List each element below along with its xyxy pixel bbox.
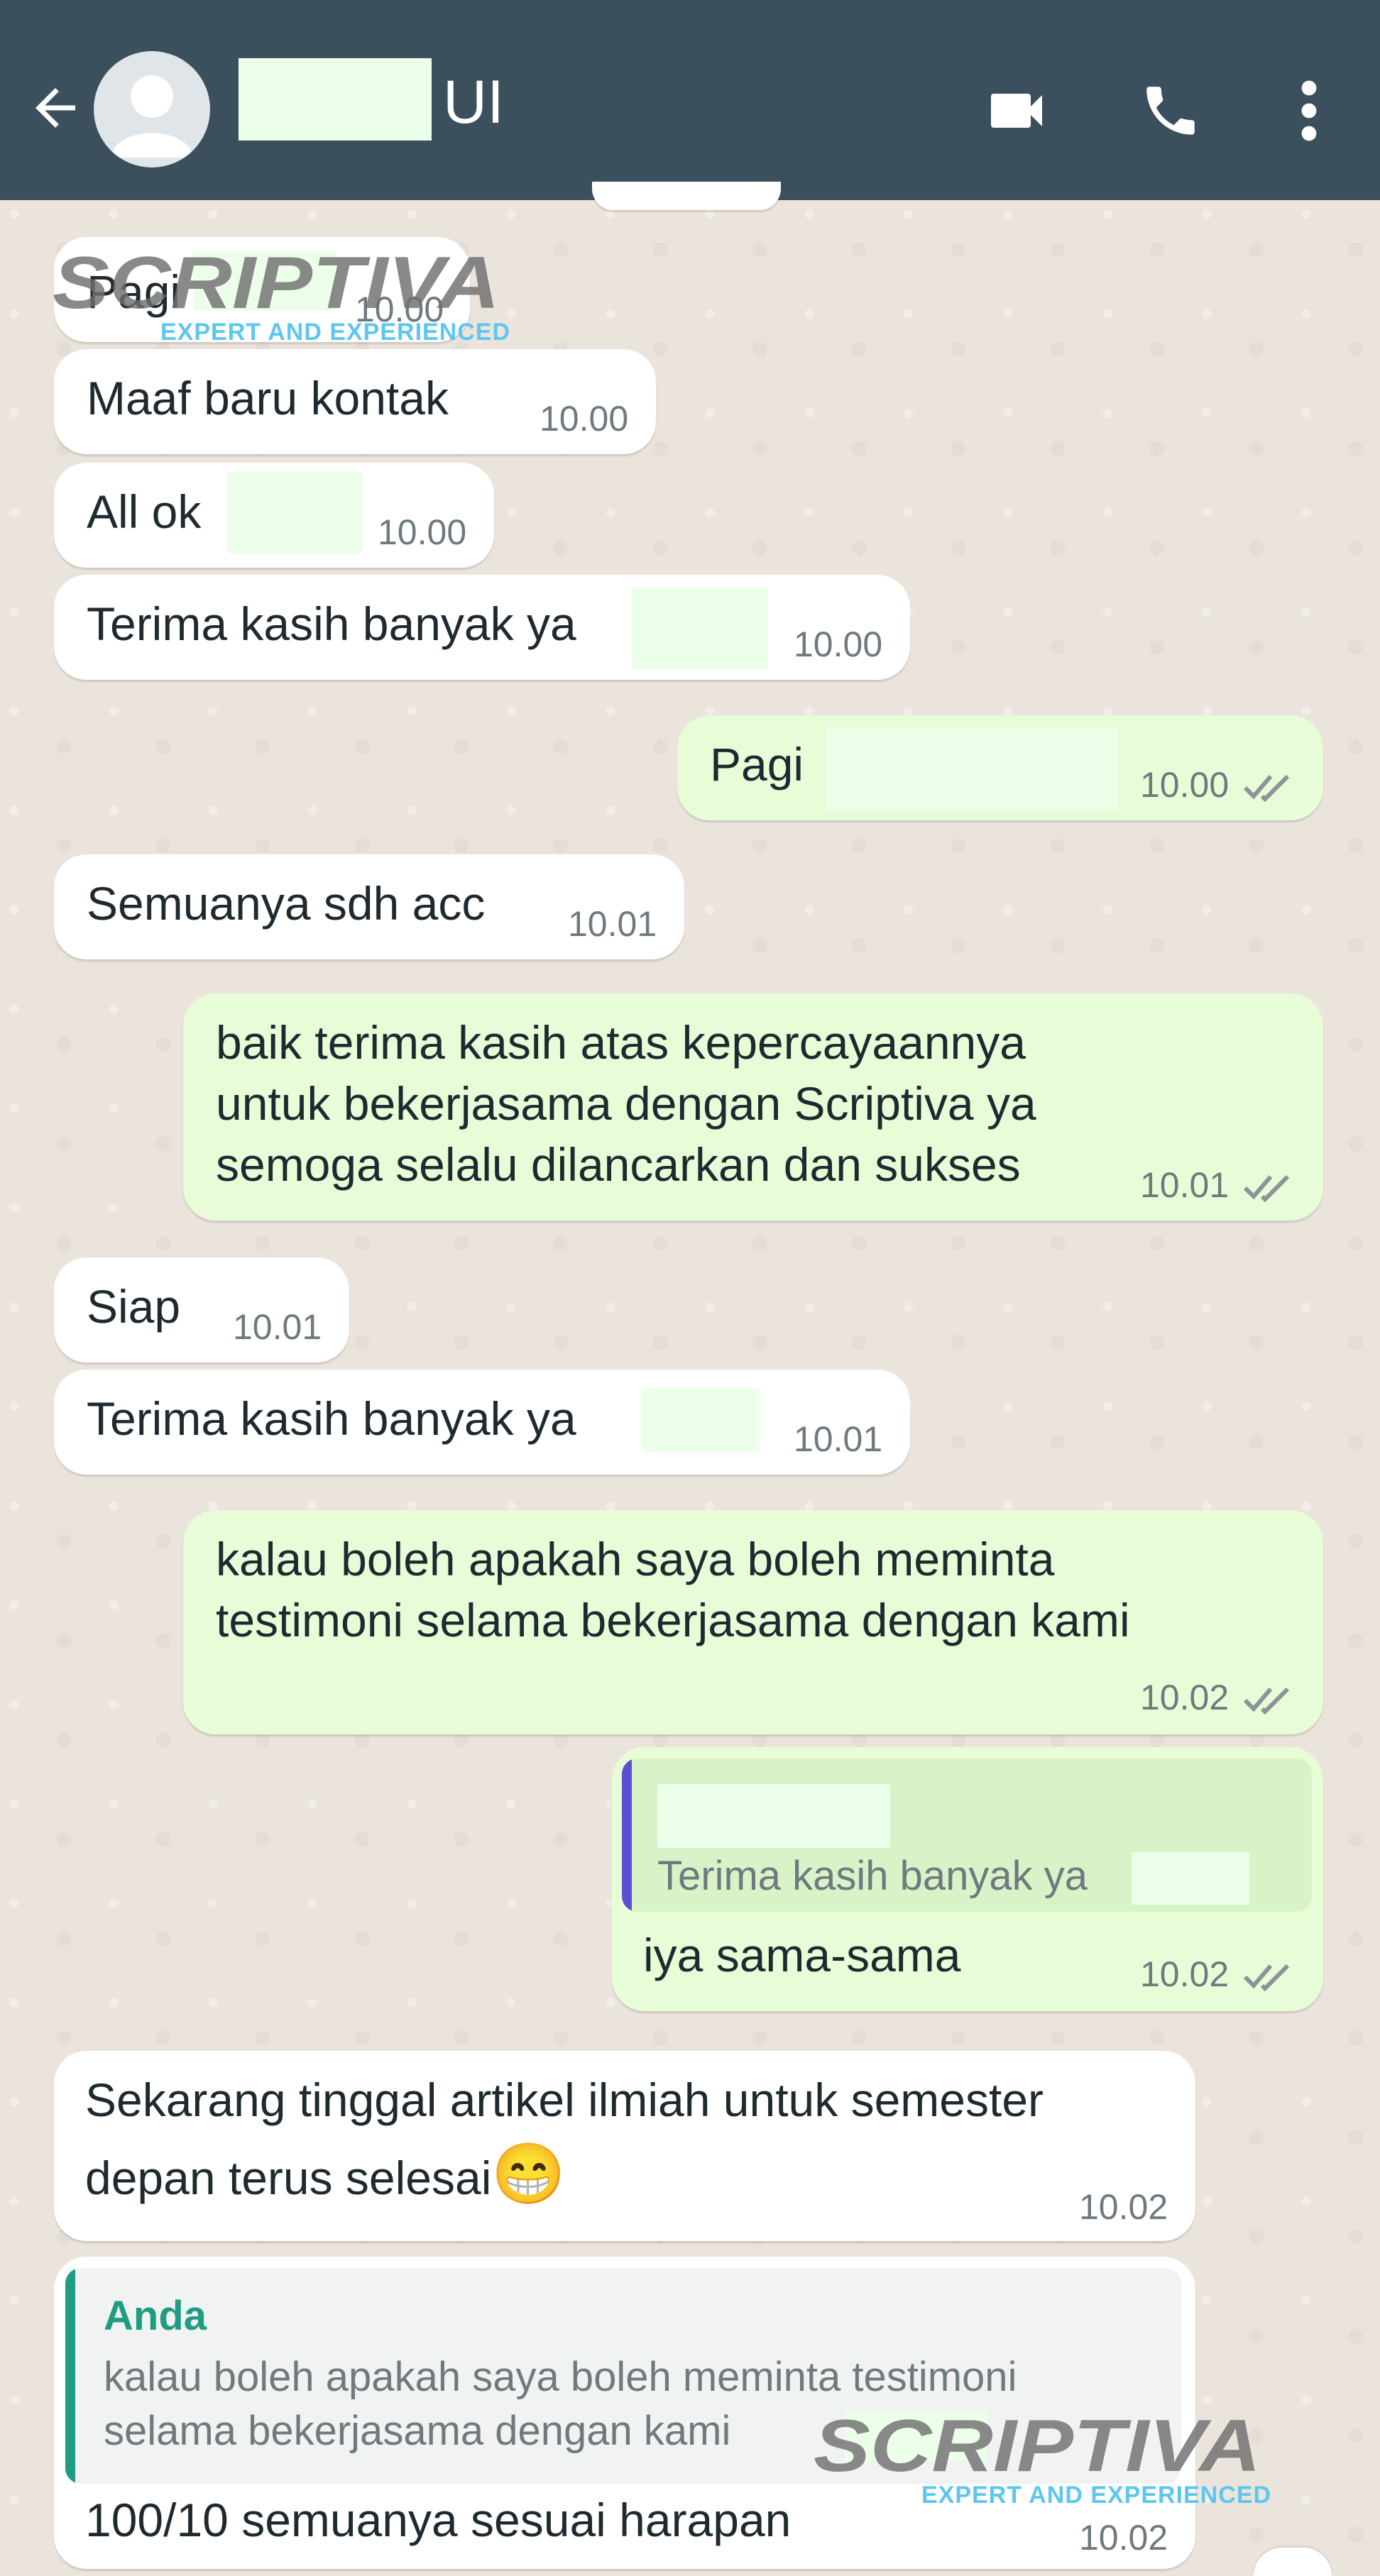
watermark-tagline: EXPERT AND EXPERIENCED [921,2482,1272,2509]
redacted-author [657,1784,890,1848]
contact-name[interactable]: UI [443,68,504,136]
contact-name-redacted [239,58,432,141]
message-incoming[interactable]: Terima kasih banyak ya 10.00 [54,575,910,680]
brand-logo-text: SCRIPTIVA [53,248,500,319]
message-text-line: semoga selalu dilancarkan dan sukses [216,1138,1021,1191]
message-incoming[interactable]: Sekarang tinggal artikel ilmiah untuk se… [54,2051,1195,2241]
message-time: 10.01 [794,1419,883,1459]
read-receipt-icon [1243,774,1290,802]
message-text: Semuanya sdh acc [87,877,486,930]
message-incoming[interactable]: Siap 10.01 [54,1257,349,1363]
watermark: SCRIPTIVA EXPERT AND EXPERIENCED [811,2411,1279,2511]
read-receipt-icon [1243,1964,1290,1991]
message-time: 10.01 [233,1307,322,1347]
message-incoming[interactable]: Semuanya sdh acc 10.01 [54,854,684,959]
quote-bar [622,1758,632,1912]
brand-logo-text: SCRIPTIVA [814,2411,1261,2482]
message-text-line-wrap: depan terus selesai😁 [85,2143,566,2208]
message-text-line: depan terus selesai [85,2152,492,2204]
message-text-line: kalau boleh apakah saya boleh meminta [216,1533,1055,1585]
more-vertical-icon[interactable] [1292,77,1326,145]
message-text: iya sama-sama [643,1929,961,1981]
watermark-tagline: EXPERT AND EXPERIENCED [160,319,511,346]
message-text: 100/10 semuanya sesuai harapan [85,2494,792,2546]
redacted-text [632,588,768,670]
chat-header: UI [0,0,1380,200]
message-time: 10.01 [1140,1165,1230,1205]
message-time: 10.01 [568,904,657,944]
message-time: 10.02 [1079,2187,1168,2227]
quoted-text-line: kalau boleh apakah saya boleh meminta te… [104,2354,1017,2400]
message-time: 10.00 [1140,765,1230,805]
message-text: Pagi [710,738,804,791]
message-time: 10.02 [1140,1678,1230,1717]
quote-author: Anda [104,2293,207,2339]
quoted-text-line: selama bekerjasama dengan kami [104,2408,731,2454]
message-outgoing[interactable]: kalau boleh apakah saya boleh meminta te… [183,1510,1323,1734]
message-incoming[interactable]: Maaf baru kontak 10.00 [54,349,656,454]
message-outgoing-reply[interactable]: Terima kasih banyak ya iya sama-sama 10.… [612,1747,1323,2011]
message-time: 10.02 [1140,1954,1230,1994]
avatar[interactable] [94,51,210,167]
message-time: 10.00 [378,512,467,552]
phone-icon[interactable] [1139,77,1203,145]
message-incoming[interactable]: All ok 10.00 [54,463,494,568]
redacted-text [826,728,1117,810]
message-time: 10.02 [1079,2518,1168,2558]
message-text: All ok [87,485,202,538]
arrow-left-icon[interactable] [26,78,85,138]
message-text-line: Sekarang tinggal artikel ilmiah untuk se… [85,2074,1044,2126]
message-text-line: testimoni selama bekerjasama dengan kami [216,1594,1130,1646]
quoted-message[interactable]: Terima kasih banyak ya [622,1758,1312,1912]
message-outgoing[interactable]: baik terima kasih atas kepercayaannya un… [183,993,1323,1221]
read-receipt-icon [1243,1687,1290,1714]
message-incoming[interactable]: Terima kasih banyak ya 10.01 [54,1370,910,1475]
message-text: Maaf baru kontak [87,372,449,424]
partial-message [592,182,781,210]
brand-logo: SCRIPTIVA [814,2411,1261,2482]
grinning-face-emoji: 😁 [491,2140,566,2207]
watermark: SCRIPTIVA EXPERT AND EXPERIENCED [50,248,518,348]
quote-bar [65,2268,75,2484]
default-avatar-icon [111,75,193,158]
redacted-text [1132,1852,1249,1905]
message-text-line: untuk bekerjasama dengan Scriptiva ya [216,1077,1036,1130]
redacted-text [227,471,362,554]
redacted-text [642,1388,760,1452]
video-camera-icon[interactable] [981,77,1052,145]
quoted-text: Terima kasih banyak ya [657,1853,1088,1899]
message-text-line: baik terima kasih atas kepercayaannya [216,1016,1026,1069]
message-text: Terima kasih banyak ya [87,1392,576,1445]
message-time: 10.00 [540,399,629,439]
message-text: Terima kasih banyak ya [87,598,576,650]
brand-logo: SCRIPTIVA [53,248,500,319]
message-time: 10.00 [794,624,883,664]
read-receipt-icon [1243,1174,1290,1202]
message-outgoing[interactable]: Pagi 10.00 [677,715,1323,820]
message-text: Siap [87,1280,181,1333]
